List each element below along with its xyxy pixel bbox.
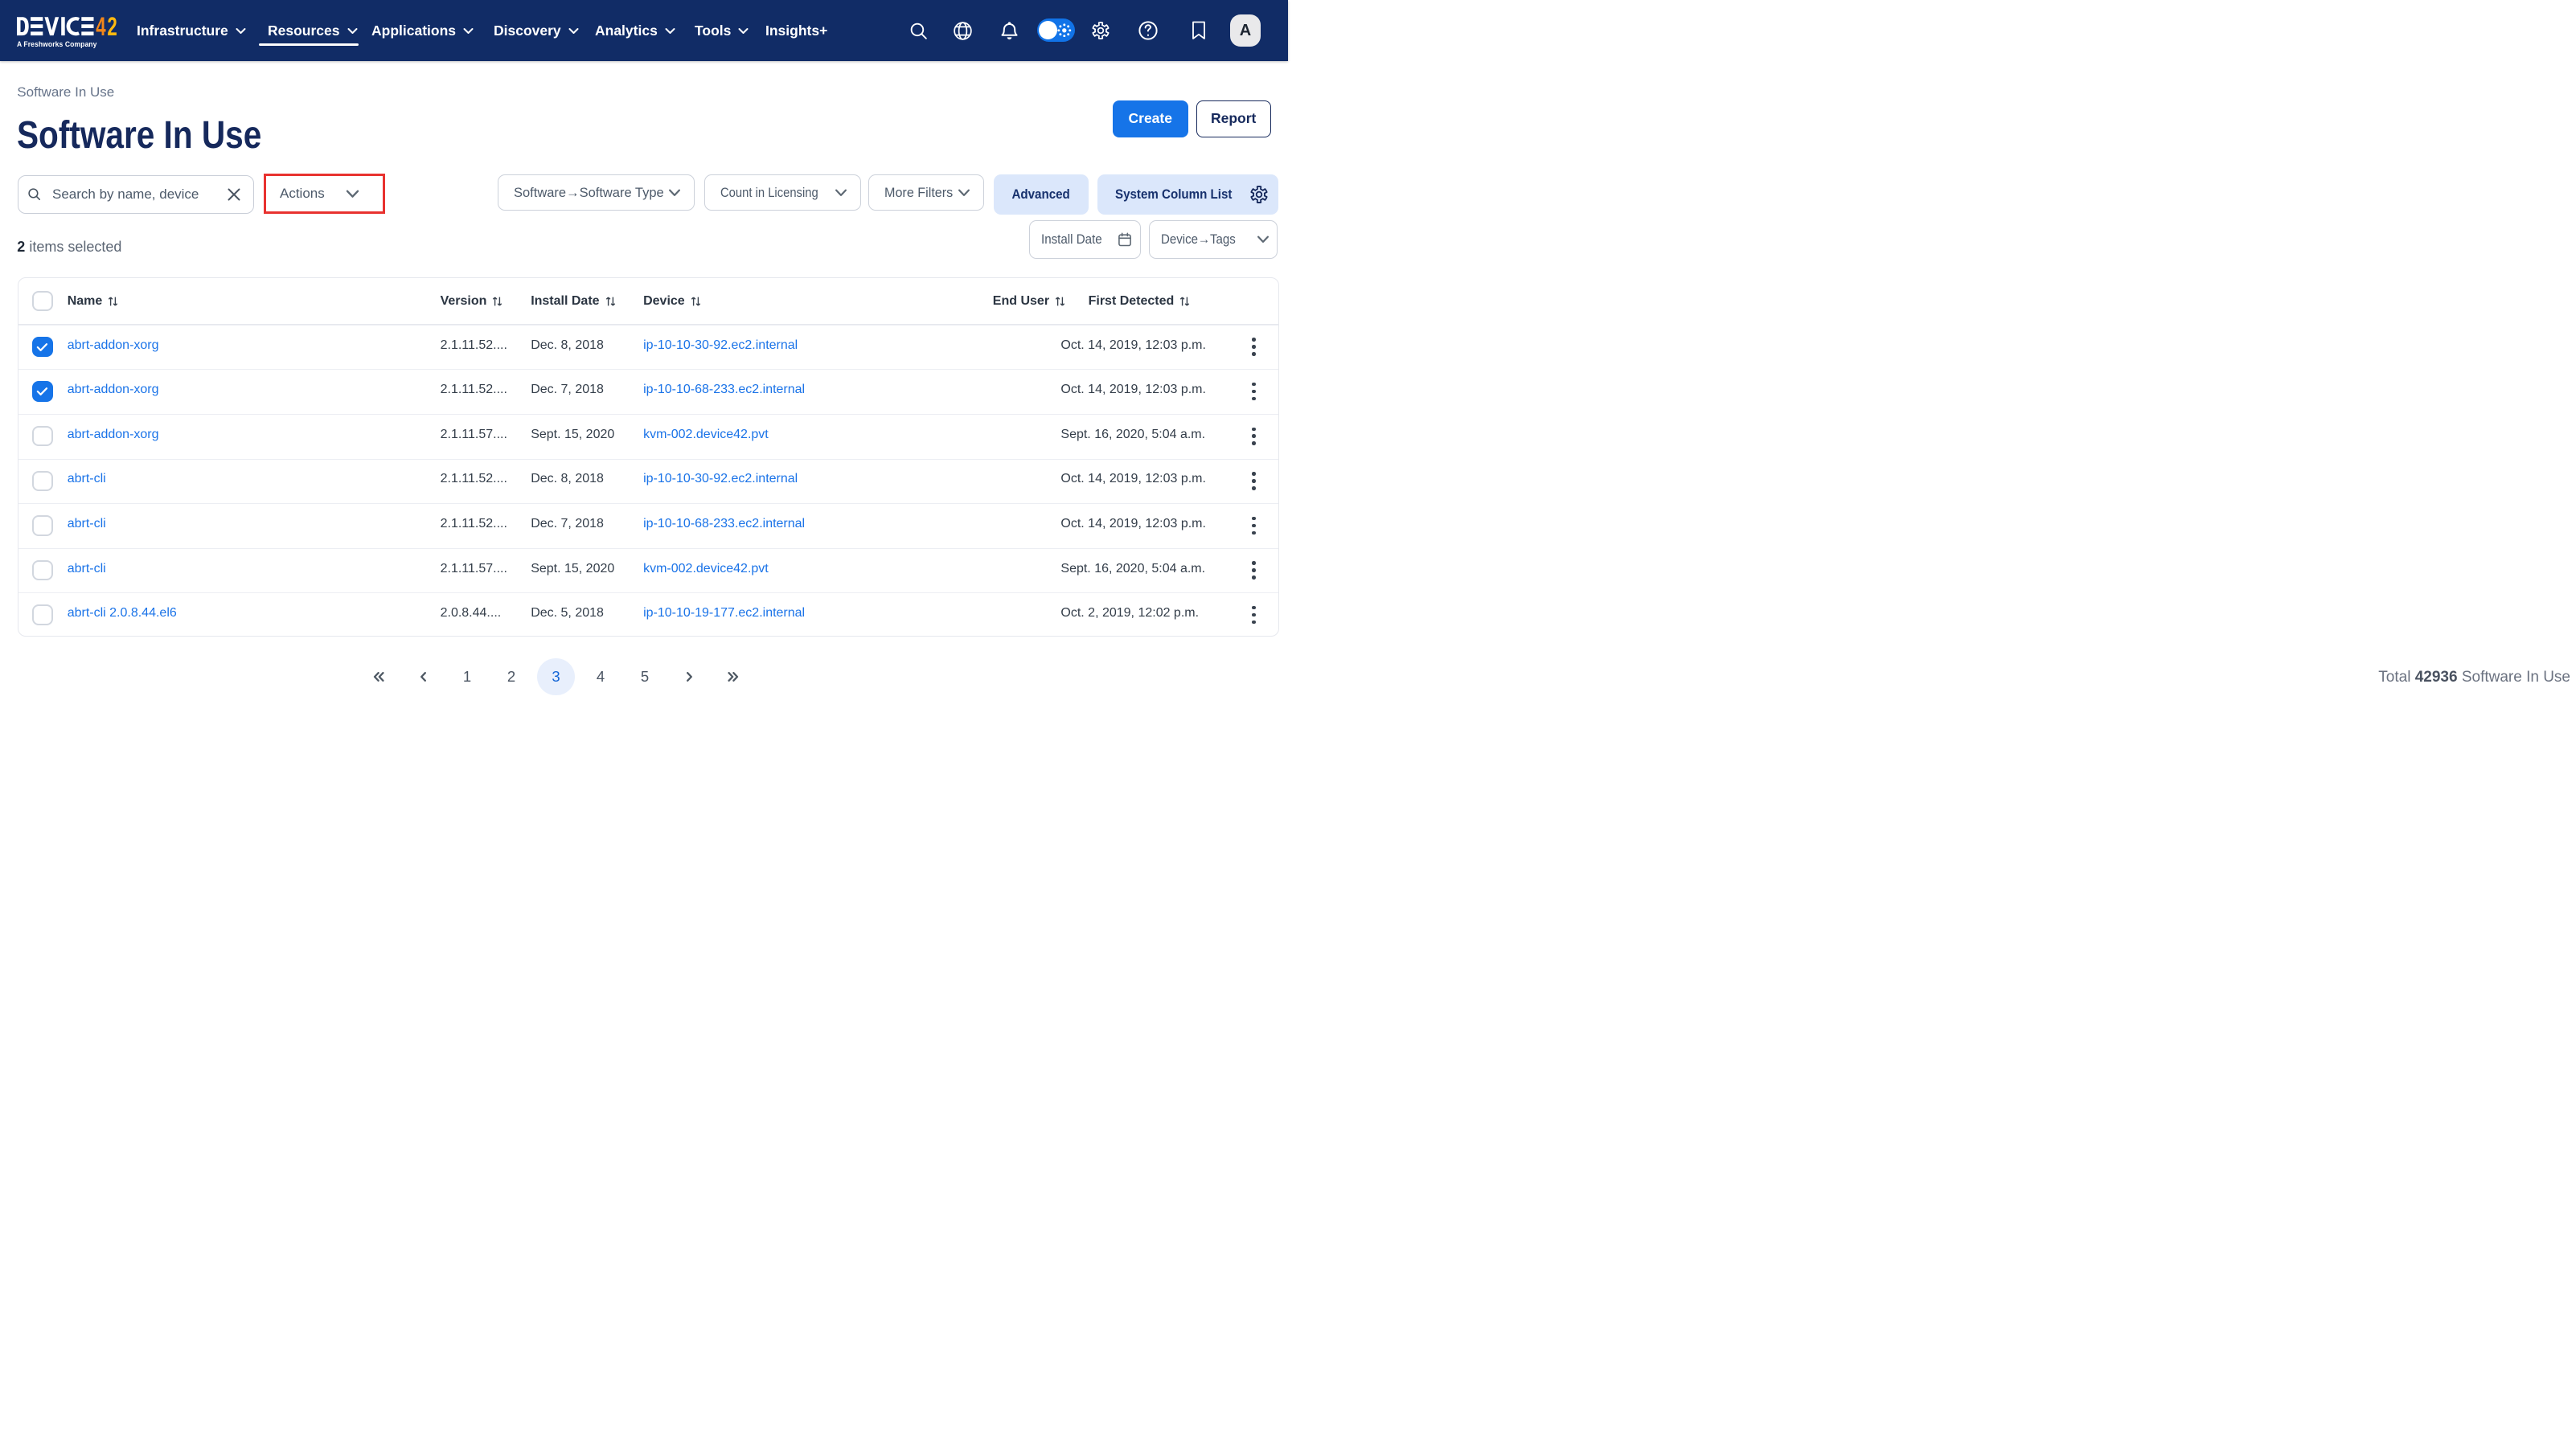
svg-text:2: 2 (108, 17, 117, 36)
svg-text:4: 4 (96, 17, 106, 36)
